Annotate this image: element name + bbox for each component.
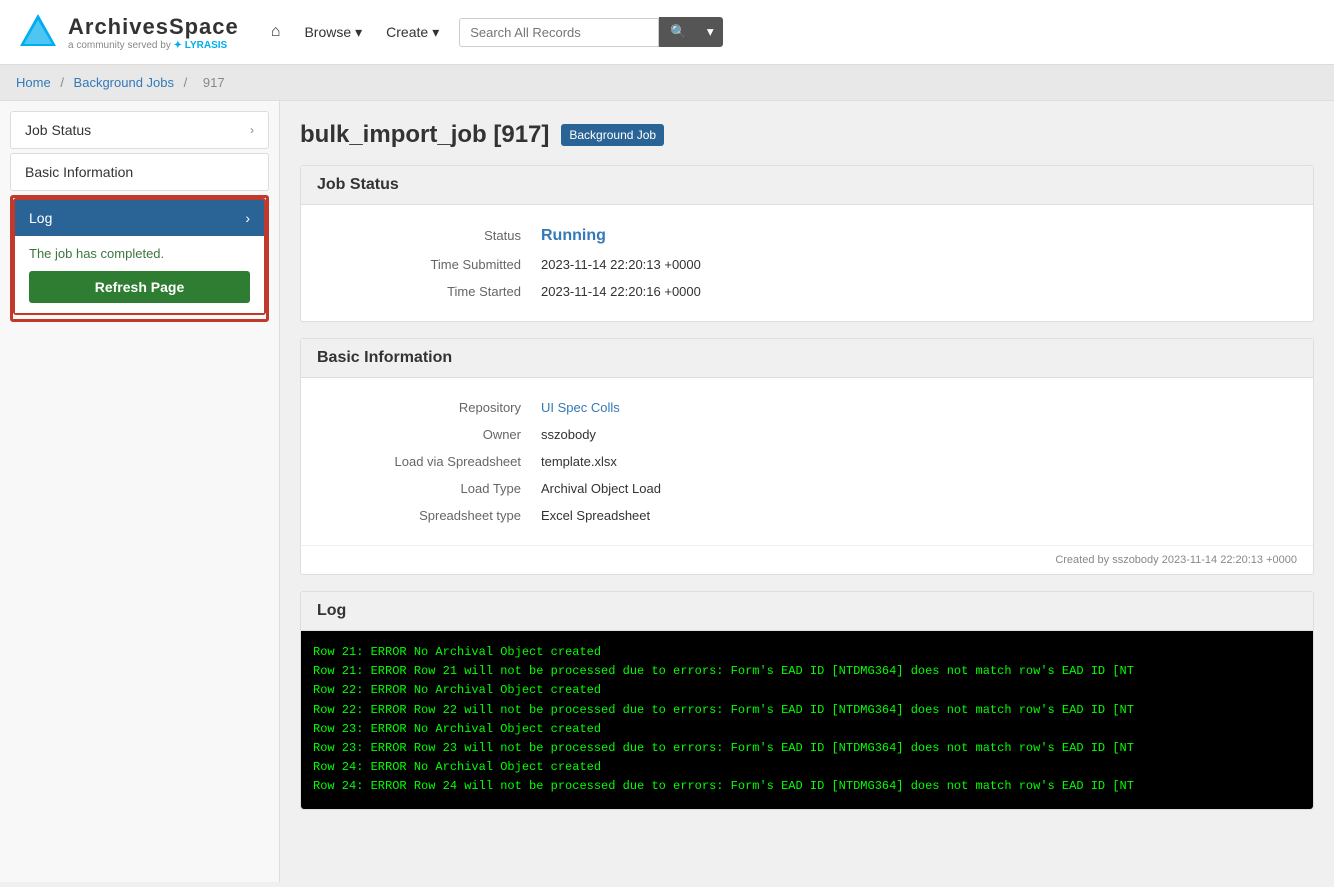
log-line: Row 22: ERROR Row 22 will not be process… [313,701,1301,720]
search-button[interactable]: 🔍 [659,17,698,47]
log-terminal: Row 21: ERROR No Archival Object created… [301,631,1313,809]
search-area: 🔍 ▾ [459,17,722,47]
browse-button[interactable]: Browse ▾ [292,16,374,49]
browse-caret-icon: ▾ [355,24,362,41]
sidebar: Job Status › Basic Information Log › The… [0,101,280,882]
log-section: Log Row 21: ERROR No Archival Object cre… [300,591,1314,810]
basic-info-body: Repository UI Spec Colls Owner sszobody … [301,378,1313,545]
logo: ArchivesSpace a community served by ✦ LY… [16,10,239,54]
owner-value: sszobody [541,427,596,442]
logo-title: ArchivesSpace [68,14,239,40]
search-dropdown-icon: ▾ [707,24,714,39]
refresh-page-button[interactable]: Refresh Page [29,271,250,303]
load-via-label: Load via Spreadsheet [321,454,541,469]
spreadsheet-type-label: Spreadsheet type [321,508,541,523]
create-label: Create [386,24,428,40]
log-line: Row 21: ERROR Row 21 will not be process… [313,662,1301,681]
sidebar-job-status-header[interactable]: Job Status › [11,112,268,148]
breadcrumb-job-id: 917 [203,75,225,90]
log-completed-message: The job has completed. [29,246,250,261]
background-job-badge: Background Job [561,124,664,146]
status-label: Status [321,228,541,243]
repository-value[interactable]: UI Spec Colls [541,400,620,415]
status-value: Running [541,227,606,245]
breadcrumb: Home / Background Jobs / 917 [0,65,1334,101]
load-type-label: Load Type [321,481,541,496]
spreadsheet-type-value: Excel Spreadsheet [541,508,650,523]
owner-row: Owner sszobody [321,421,1293,448]
breadcrumb-sep1: / [60,75,67,90]
owner-label: Owner [321,427,541,442]
section-footer: Created by sszobody 2023-11-14 22:20:13 … [301,545,1313,574]
time-started-label: Time Started [321,284,541,299]
sidebar-log-content: The job has completed. Refresh Page [15,236,264,313]
job-status-header: Job Status [301,166,1313,205]
create-button[interactable]: Create ▾ [374,16,451,49]
sidebar-job-status-chevron: › [250,123,254,137]
breadcrumb-background-jobs[interactable]: Background Jobs [74,75,174,90]
status-row: Status Running [321,221,1293,251]
log-line: Row 22: ERROR No Archival Object created [313,681,1301,700]
logo-text: ArchivesSpace a community served by ✦ LY… [68,14,239,51]
load-via-row: Load via Spreadsheet template.xlsx [321,448,1293,475]
sidebar-job-status[interactable]: Job Status › [10,111,269,149]
log-line: Row 24: ERROR No Archival Object created [313,758,1301,777]
time-submitted-value: 2023-11-14 22:20:13 +0000 [541,257,701,272]
browse-label: Browse [304,24,351,40]
home-icon: ⌂ [271,23,281,41]
log-line: Row 23: ERROR Row 23 will not be process… [313,739,1301,758]
job-status-section: Job Status Status Running Time Submitted… [300,165,1314,322]
time-started-value: 2023-11-14 22:20:16 +0000 [541,284,701,299]
breadcrumb-sep2: / [184,75,191,90]
main-content: bulk_import_job [917] Background Job Job… [280,101,1334,882]
sidebar-log-label: Log [29,210,52,226]
header: ArchivesSpace a community served by ✦ LY… [0,0,1334,65]
log-section-header: Log [301,592,1313,631]
job-status-body: Status Running Time Submitted 2023-11-14… [301,205,1313,321]
search-input[interactable] [459,18,659,47]
logo-icon [16,10,60,54]
time-submitted-label: Time Submitted [321,257,541,272]
nav-bar: ⌂ Browse ▾ Create ▾ 🔍 ▾ [259,15,1318,49]
search-icon: 🔍 [670,24,687,39]
sidebar-basic-info-label: Basic Information [25,164,133,180]
sidebar-log-header[interactable]: Log › [15,200,264,236]
page-title: bulk_import_job [917] [300,121,549,149]
basic-info-header: Basic Information [301,339,1313,378]
sidebar-job-status-label: Job Status [25,122,91,138]
breadcrumb-home[interactable]: Home [16,75,51,90]
log-line: Row 24: ERROR Row 24 will not be process… [313,777,1301,796]
sidebar-log-wrapper: Log › The job has completed. Refresh Pag… [10,195,269,322]
sidebar-log-section: Log › The job has completed. Refresh Pag… [13,198,266,315]
time-submitted-row: Time Submitted 2023-11-14 22:20:13 +0000 [321,251,1293,278]
home-button[interactable]: ⌂ [259,15,293,49]
repository-row: Repository UI Spec Colls [321,394,1293,421]
search-dropdown-button[interactable]: ▾ [698,17,723,47]
load-via-value: template.xlsx [541,454,617,469]
sidebar-log-chevron: › [245,210,250,226]
main-layout: Job Status › Basic Information Log › The… [0,101,1334,882]
page-title-row: bulk_import_job [917] Background Job [300,121,1314,149]
sidebar-basic-info[interactable]: Basic Information [10,153,269,191]
spreadsheet-type-row: Spreadsheet type Excel Spreadsheet [321,502,1293,529]
log-line: Row 21: ERROR No Archival Object created [313,643,1301,662]
logo-subtitle: a community served by ✦ LYRASIS [68,40,239,51]
sidebar-basic-info-header[interactable]: Basic Information [11,154,268,190]
load-type-row: Load Type Archival Object Load [321,475,1293,502]
log-line: Row 23: ERROR No Archival Object created [313,720,1301,739]
repository-label: Repository [321,400,541,415]
time-started-row: Time Started 2023-11-14 22:20:16 +0000 [321,278,1293,305]
load-type-value: Archival Object Load [541,481,661,496]
create-caret-icon: ▾ [432,24,439,41]
basic-info-section: Basic Information Repository UI Spec Col… [300,338,1314,575]
